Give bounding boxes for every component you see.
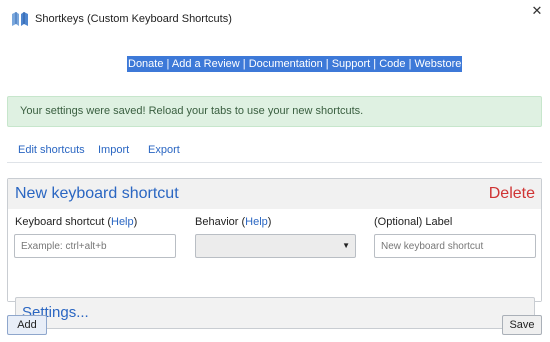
support-link[interactable]: Support xyxy=(332,58,371,70)
saved-alert: Your settings were saved! Reload your ta… xyxy=(7,96,542,127)
shortcut-panel: New keyboard shortcut Delete Keyboard sh… xyxy=(7,178,542,329)
tab-export[interactable]: Export xyxy=(148,144,180,156)
add-review-link[interactable]: Add a Review xyxy=(172,58,240,70)
behavior-label-end: ) xyxy=(267,216,272,228)
title-bar: Shortkeys (Custom Keyboard Shortcuts) ✕ xyxy=(0,0,550,38)
keyboard-shortcut-label-end: ) xyxy=(133,216,138,228)
close-icon[interactable]: ✕ xyxy=(530,4,544,18)
link-separator: | xyxy=(239,58,249,70)
add-button[interactable]: Add xyxy=(7,315,47,335)
settings-expander[interactable]: Settings... xyxy=(15,297,535,329)
code-link[interactable]: Code xyxy=(379,58,405,70)
shortcut-title: New keyboard shortcut xyxy=(15,185,179,202)
chevron-down-icon: ▼ xyxy=(342,241,350,250)
donate-link[interactable]: Donate xyxy=(128,58,163,70)
keyboard-shortcut-help-link[interactable]: Help xyxy=(111,216,134,228)
tab-edit-shortcuts[interactable]: Edit shortcuts xyxy=(18,144,85,156)
shortkeys-app-icon xyxy=(11,11,29,27)
keyboard-shortcut-label: Keyboard shortcut (Help) xyxy=(15,216,137,228)
tab-import[interactable]: Import xyxy=(98,144,129,156)
window-title: Shortkeys (Custom Keyboard Shortcuts) xyxy=(35,13,232,25)
optional-label-input[interactable] xyxy=(374,234,536,258)
documentation-link[interactable]: Documentation xyxy=(249,58,323,70)
link-separator: | xyxy=(405,58,415,70)
links-bar: Donate | Add a Review | Documentation | … xyxy=(127,56,463,72)
save-button[interactable]: Save xyxy=(502,315,542,335)
delete-button[interactable]: Delete xyxy=(489,185,535,203)
shortcut-panel-body: Keyboard shortcut (Help) Behavior (Help)… xyxy=(8,209,541,329)
behavior-help-link[interactable]: Help xyxy=(245,216,268,228)
keyboard-shortcut-input[interactable] xyxy=(14,234,176,258)
link-separator: | xyxy=(370,58,380,70)
keyboard-shortcut-label-text: Keyboard shortcut ( xyxy=(15,216,111,228)
behavior-label: Behavior (Help) xyxy=(195,216,271,228)
optional-label-label: (Optional) Label xyxy=(374,216,453,228)
tab-bar: Edit shortcuts Import Export xyxy=(7,141,542,163)
webstore-link[interactable]: Webstore xyxy=(415,58,462,70)
link-separator: | xyxy=(322,58,332,70)
behavior-label-text: Behavior ( xyxy=(195,216,246,228)
link-separator: | xyxy=(163,58,172,70)
shortcut-panel-header: New keyboard shortcut Delete xyxy=(8,179,541,209)
behavior-select[interactable]: ▼ xyxy=(195,234,356,258)
